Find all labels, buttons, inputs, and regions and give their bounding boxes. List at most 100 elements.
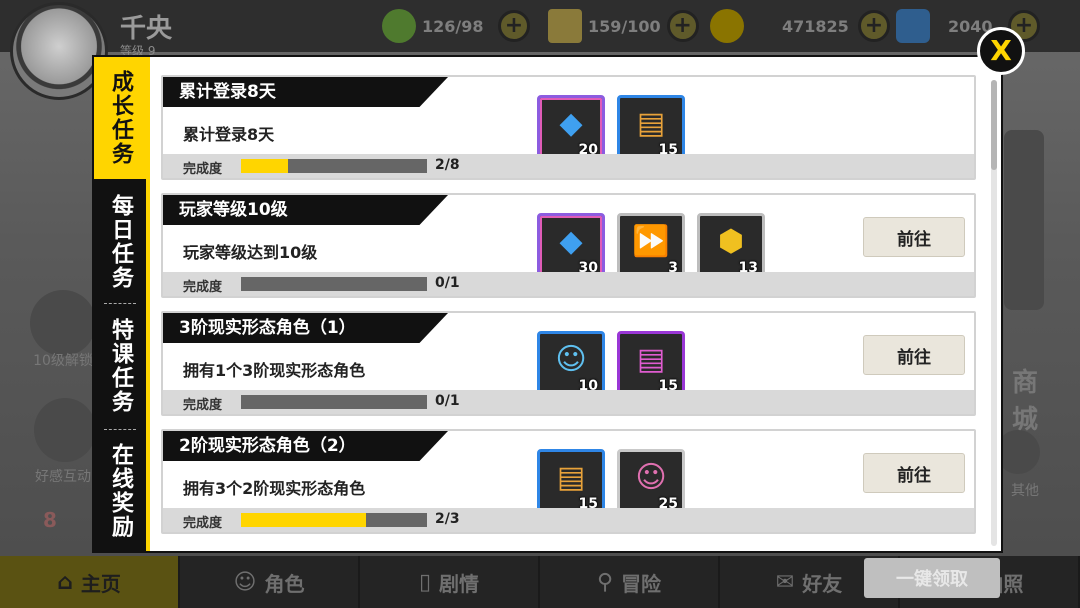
- right-banner: [1004, 130, 1044, 310]
- location-pin-icon: ⚲: [596, 569, 614, 595]
- tab-divider: [104, 429, 136, 430]
- resource-energy: 159/100 +: [548, 8, 699, 44]
- progress-bar: [241, 277, 427, 291]
- reward-item[interactable]: ▤ 15: [537, 449, 605, 517]
- reward-item[interactable]: ▤ 15: [617, 95, 685, 163]
- nav-label: 好友: [802, 571, 843, 596]
- nav-characters[interactable]: ☺ 角色: [180, 556, 360, 608]
- progress-bar-fill: [241, 159, 288, 173]
- task-description: 累计登录8天: [183, 125, 275, 144]
- smiley-stamp-icon: ☺: [555, 341, 587, 377]
- go-button[interactable]: 前往: [863, 335, 965, 375]
- resource-value: 159/100: [588, 16, 661, 36]
- task-list[interactable]: 累计登录8天 累计登录8天 ◆ 20 ▤ 15 完成度 2/8 玩家等级10级 …: [161, 75, 977, 545]
- task-description: 玩家等级达到10级: [183, 243, 318, 262]
- coin-icon: [710, 9, 744, 43]
- scroll-thumb[interactable]: [991, 80, 997, 170]
- progress-bar-fill: [241, 513, 366, 527]
- add-coin-button[interactable]: +: [858, 10, 890, 42]
- tab-online-rewards[interactable]: 在线奖励: [94, 433, 146, 549]
- task-title: 累计登录8天: [163, 77, 448, 107]
- task-card: 3阶现实形态角色（1） 拥有1个3阶现实形态角色 ☺ 10 ▤ 15 前往 完成度: [161, 311, 976, 416]
- task-description: 拥有1个3阶现实形态角色: [183, 361, 366, 380]
- heart-badge-count: 8: [43, 508, 57, 532]
- reward-list: ◆ 20 ▤ 15: [537, 95, 685, 163]
- diamond-icon: [896, 9, 930, 43]
- task-list-scrollbar[interactable]: [991, 80, 997, 546]
- tab-daily-tasks[interactable]: 每日任务: [94, 183, 146, 301]
- nav-label: 角色: [264, 571, 305, 596]
- task-title: 3阶现实形态角色（1）: [163, 313, 448, 343]
- resource-stamina: 126/98 +: [382, 8, 530, 44]
- affinity-character-icon: [34, 398, 96, 462]
- reward-item[interactable]: ☺ 10: [537, 331, 605, 399]
- progress-count: 0/1: [435, 393, 460, 409]
- ticket-card-icon: ▤: [636, 105, 666, 141]
- progress-count: 2/8: [435, 157, 460, 173]
- reward-list: ◆ 30 ⏩ 3 ⬢ 13: [537, 213, 765, 281]
- progress-row: 完成度 2/8: [163, 154, 974, 178]
- progress-label: 完成度: [183, 280, 223, 295]
- chat-bubble-icon: ✉: [775, 569, 795, 595]
- progress-label: 完成度: [183, 398, 223, 413]
- progress-bar: [241, 395, 427, 409]
- task-card: 累计登录8天 累计登录8天 ◆ 20 ▤ 15 完成度 2/8: [161, 75, 976, 180]
- go-button[interactable]: 前往: [863, 217, 965, 257]
- reward-item[interactable]: ⏩ 3: [617, 213, 685, 281]
- other-label: 其他: [1011, 483, 1039, 499]
- tab-accent-line: [146, 57, 150, 551]
- ticket-energy-icon: [548, 9, 582, 43]
- tab-growth-tasks[interactable]: 成长任务: [94, 57, 150, 179]
- task-category-tabs: 成长任务 每日任务 特课任务 在线奖励: [94, 57, 150, 551]
- go-button[interactable]: 前往: [863, 453, 965, 493]
- progress-count: 2/3: [435, 511, 460, 527]
- tab-special-tasks[interactable]: 特课任务: [94, 307, 146, 425]
- resource-value: 126/98: [422, 16, 484, 36]
- close-button[interactable]: X: [977, 27, 1025, 75]
- characters-icon: ☺: [233, 569, 257, 595]
- level-unlock-label: 10级解锁: [33, 353, 93, 369]
- nav-story[interactable]: ▯ 剧情: [360, 556, 540, 608]
- reward-item[interactable]: ◆ 20: [537, 95, 605, 163]
- progress-row: 完成度 0/1: [163, 390, 974, 414]
- claim-all-button[interactable]: 一键领取: [864, 558, 1000, 598]
- nav-label: 主页: [80, 571, 121, 596]
- task-title: 2阶现实形态角色（2）: [163, 431, 448, 461]
- level-unlock-icon: [30, 290, 96, 356]
- exp-badge-icon: ⬢: [717, 223, 745, 259]
- blue-cube-icon: ◆: [559, 223, 583, 259]
- reward-item[interactable]: ⬢ 13: [697, 213, 765, 281]
- purple-tickets-icon: ▤: [636, 341, 666, 377]
- progress-label: 完成度: [183, 516, 223, 531]
- task-description: 拥有3个2阶现实形态角色: [183, 479, 366, 498]
- progress-count: 0/1: [435, 275, 460, 291]
- reward-list: ☺ 10 ▤ 15: [537, 331, 685, 399]
- reward-item[interactable]: ◆ 30: [537, 213, 605, 281]
- task-card: 2阶现实形态角色（2） 拥有3个2阶现实形态角色 ▤ 15 ☺ 25 前往 完成度: [161, 429, 976, 534]
- add-stamina-button[interactable]: +: [498, 10, 530, 42]
- resource-value: 471825: [782, 16, 849, 36]
- nav-home[interactable]: ⌂ 主页: [0, 556, 180, 608]
- add-energy-button[interactable]: +: [666, 10, 699, 42]
- nav-label: 剧情: [439, 571, 480, 596]
- leaf-stamina-icon: [382, 9, 416, 43]
- reward-item[interactable]: ▤ 15: [617, 331, 685, 399]
- progress-bar: [241, 159, 427, 173]
- blue-cube-icon: ◆: [559, 105, 583, 141]
- close-icon: X: [990, 34, 1012, 67]
- task-title: 玩家等级10级: [163, 195, 448, 225]
- ticket-card-icon: ▤: [556, 459, 586, 495]
- reward-item[interactable]: ☺ 25: [617, 449, 685, 517]
- nav-adventure[interactable]: ⚲ 冒险: [540, 556, 720, 608]
- progress-label: 完成度: [183, 162, 223, 177]
- cards-icon: ▯: [418, 569, 432, 595]
- progress-bar: [241, 513, 427, 527]
- progress-row: 完成度 0/1: [163, 272, 974, 296]
- tab-divider: [104, 303, 136, 304]
- resource-coin: 471825 +: [710, 8, 890, 44]
- task-card: 玩家等级10级 玩家等级达到10级 ◆ 30 ⏩ 3 ⬢ 13 前往 完成度 0…: [161, 193, 976, 298]
- home-icon: ⌂: [57, 569, 73, 595]
- reward-list: ▤ 15 ☺ 25: [537, 449, 685, 517]
- progress-row: 完成度 2/3: [163, 508, 974, 532]
- shop-label: 商城: [1011, 368, 1038, 435]
